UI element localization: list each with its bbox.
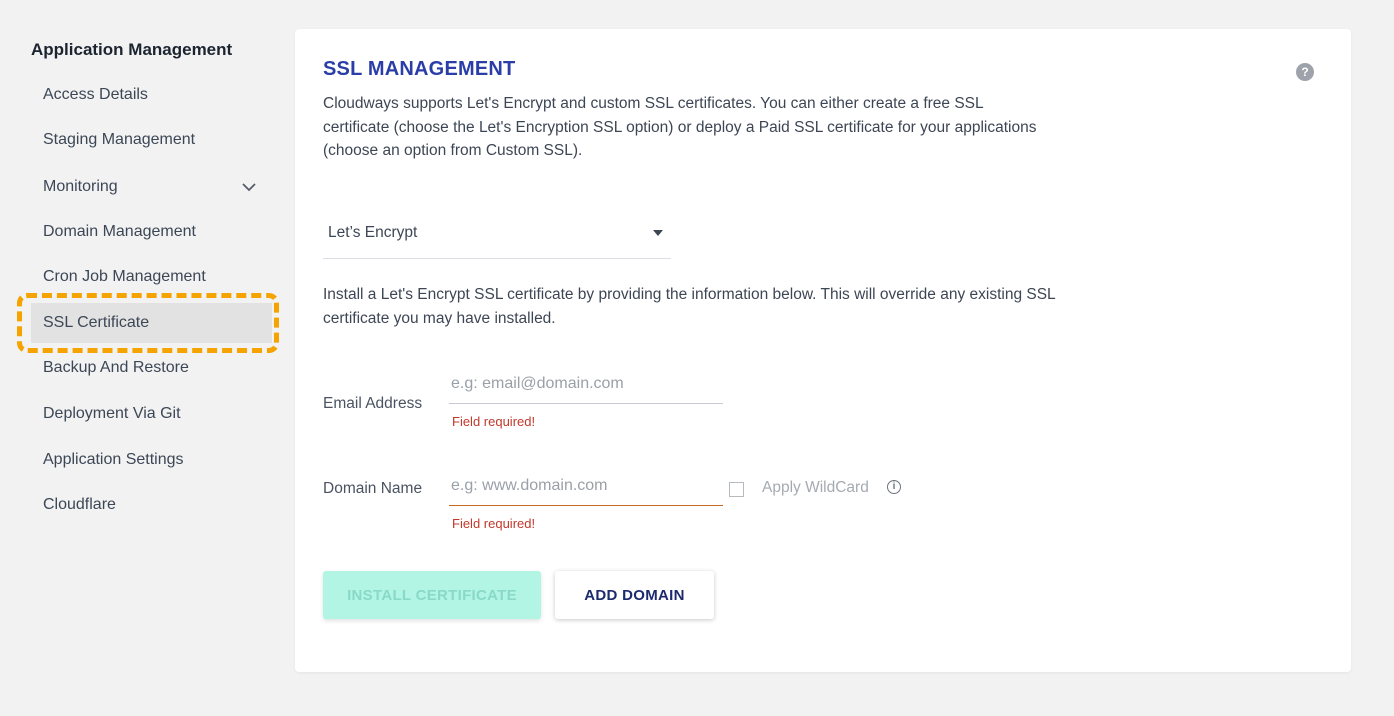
ssl-management-panel: ? SSL MANAGEMENT Cloudways supports Let'… bbox=[295, 29, 1351, 672]
info-icon[interactable]: i bbox=[887, 480, 901, 494]
page-title: SSL MANAGEMENT bbox=[323, 58, 516, 80]
sidebar-item-ssl-certificate[interactable]: SSL Certificate bbox=[31, 303, 272, 343]
apply-wildcard-label: Apply WildCard bbox=[762, 479, 869, 496]
sidebar-item-monitoring[interactable]: Monitoring bbox=[31, 167, 272, 207]
caret-down-icon bbox=[653, 230, 663, 236]
sidebar-item-staging-management[interactable]: Staging Management bbox=[31, 120, 272, 160]
install-certificate-button[interactable]: INSTALL CERTIFICATE bbox=[323, 571, 541, 619]
ssl-description: Cloudways supports Let's Encrypt and cus… bbox=[323, 95, 1037, 159]
apply-wildcard-checkbox[interactable] bbox=[729, 482, 744, 497]
sidebar-item-cloudflare[interactable]: Cloudflare bbox=[31, 485, 272, 525]
sidebar-item-domain-management[interactable]: Domain Management bbox=[31, 212, 272, 252]
sidebar-item-backup-and-restore[interactable]: Backup And Restore bbox=[31, 348, 272, 388]
sidebar-item-deployment-via-git[interactable]: Deployment Via Git bbox=[31, 394, 272, 434]
sidebar-item-application-settings[interactable]: Application Settings bbox=[31, 440, 272, 480]
ssl-provider-select[interactable]: Let’s Encrypt bbox=[323, 212, 671, 259]
sidebar-item-label: Monitoring bbox=[43, 178, 118, 195]
sidebar-title: Application Management bbox=[31, 40, 233, 59]
email-error: Field required! bbox=[452, 414, 536, 429]
domain-field[interactable] bbox=[449, 466, 723, 506]
email-label: Email Address bbox=[323, 395, 423, 412]
ssl-provider-value: Let’s Encrypt bbox=[328, 224, 418, 241]
add-domain-button[interactable]: ADD DOMAIN bbox=[555, 571, 714, 619]
sidebar: Application Management Access Details St… bbox=[0, 0, 290, 716]
domain-label: Domain Name bbox=[323, 480, 423, 497]
chevron-down-icon[interactable] bbox=[239, 167, 259, 207]
sidebar-item-access-details[interactable]: Access Details bbox=[31, 75, 272, 115]
help-icon[interactable]: ? bbox=[1296, 63, 1314, 81]
install-info-text: Install a Let's Encrypt SSL certificate … bbox=[323, 286, 1056, 327]
email-field[interactable] bbox=[449, 364, 723, 404]
domain-error: Field required! bbox=[452, 516, 536, 531]
sidebar-item-cron-job-management[interactable]: Cron Job Management bbox=[31, 257, 272, 297]
